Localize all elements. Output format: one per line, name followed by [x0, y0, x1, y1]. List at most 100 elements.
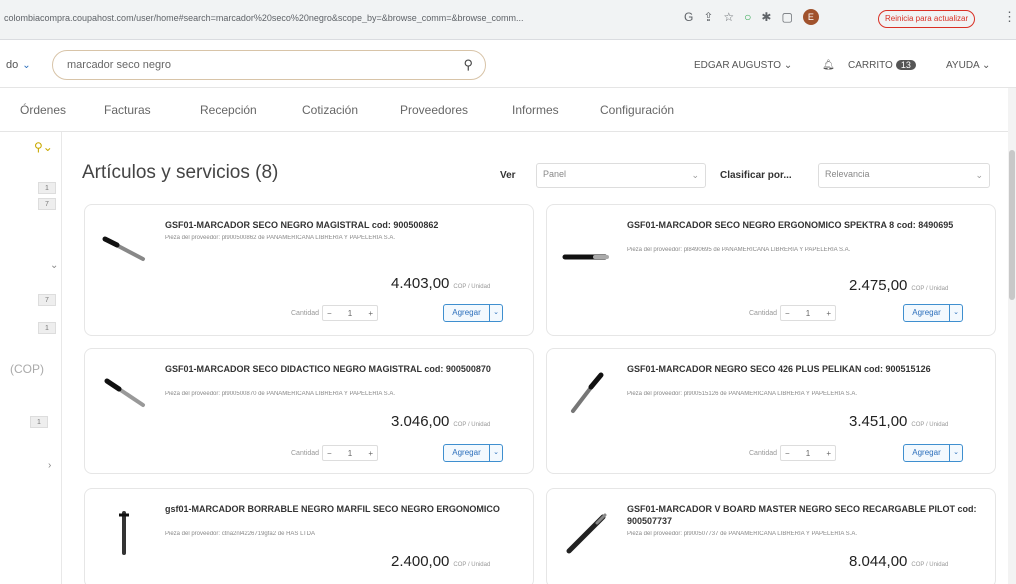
product-title[interactable]: GSF01-MARCADOR SECO DIDACTICO NEGRO MAGI…: [165, 363, 525, 375]
quantity-label: Cantidad: [291, 309, 320, 317]
quantity-value[interactable]: 1: [806, 449, 810, 458]
product-supplier: Pieza del proveedor: pl900500870 de PANA…: [165, 391, 396, 397]
browser-menu-icon[interactable]: ⋮: [1003, 9, 1016, 25]
share-icon[interactable]: ⇪: [703, 10, 713, 24]
scrollbar-thumb[interactable]: [1009, 150, 1015, 300]
filter-count-chip: 1: [30, 416, 48, 428]
price-unit: COP / Unidad: [453, 562, 491, 568]
plus-icon[interactable]: +: [826, 309, 831, 318]
product-image[interactable]: [561, 223, 611, 273]
chevron-down-icon[interactable]: ⌄: [950, 445, 962, 461]
view-select[interactable]: Panel ⌄: [536, 163, 706, 188]
profile-avatar[interactable]: E: [802, 9, 819, 25]
add-to-cart-button[interactable]: Agregar ⌄: [903, 304, 963, 322]
chevron-down-icon[interactable]: ⌄: [950, 305, 962, 321]
product-title[interactable]: GSF01-MARCADOR V BOARD MASTER NEGRO SECO…: [627, 503, 987, 527]
search-scope-dropdown[interactable]: do ⌄: [6, 59, 31, 71]
price-value: 8.044,00: [849, 553, 908, 570]
product-title[interactable]: GSF01-MARCADOR SECO NEGRO ERGONOMICO SPE…: [627, 219, 987, 231]
quantity-control: Cantidad − 1 +: [749, 445, 837, 461]
cart-link[interactable]: CARRITO 13: [848, 60, 916, 71]
minus-icon[interactable]: −: [327, 449, 332, 458]
product-supplier: Pieza del proveedor: pl900515126 de PANA…: [627, 391, 858, 397]
product-card: GSF01-MARCADOR SECO NEGRO ERGONOMICO SPE…: [546, 204, 996, 336]
price-value: 3.451,00: [849, 413, 908, 430]
chevron-down-icon[interactable]: ⌄: [50, 260, 58, 271]
add-to-cart-button[interactable]: Agregar ⌄: [443, 304, 503, 322]
nav-configuracion[interactable]: Configuración: [600, 103, 674, 117]
add-to-cart-button[interactable]: Agregar ⌄: [903, 444, 963, 462]
product-image[interactable]: [99, 507, 149, 557]
user-menu[interactable]: EDGAR AUGUSTO ⌄: [694, 60, 792, 71]
quantity-value[interactable]: 1: [806, 309, 810, 318]
chevron-down-icon: ⌄: [975, 170, 983, 180]
product-title[interactable]: GSF01-MARCADOR NEGRO SECO 426 PLUS PELIK…: [627, 363, 987, 375]
notifications-bell-icon[interactable]: 🔔︎: [822, 60, 835, 71]
chevron-down-icon[interactable]: ⌄: [490, 305, 502, 321]
product-title[interactable]: GSF01-MARCADOR SECO NEGRO MAGISTRAL cod:…: [165, 219, 525, 231]
plus-icon[interactable]: +: [368, 449, 373, 458]
add-button-label[interactable]: Agregar: [444, 445, 490, 461]
minus-icon[interactable]: −: [327, 309, 332, 318]
star-icon[interactable]: ☆: [723, 10, 734, 24]
nav-facturas[interactable]: Facturas: [104, 103, 151, 117]
product-image[interactable]: [561, 367, 611, 417]
quantity-stepper[interactable]: − 1 +: [322, 445, 379, 461]
quantity-stepper[interactable]: − 1 +: [322, 305, 379, 321]
add-button-label[interactable]: Agregar: [444, 305, 490, 321]
price-unit: COP / Unidad: [453, 284, 491, 290]
quantity-stepper[interactable]: − 1 +: [780, 445, 837, 461]
search-icon[interactable]: ⚲: [463, 57, 473, 73]
google-icon[interactable]: G: [684, 10, 693, 24]
help-menu[interactable]: AYUDA ⌄: [946, 60, 990, 71]
address-bar[interactable]: colombiacompra.coupahost.com/user/home#s…: [4, 13, 684, 23]
product-card: GSF01-MARCADOR SECO DIDACTICO NEGRO MAGI…: [84, 348, 534, 474]
product-card: GSF01-MARCADOR NEGRO SECO 426 PLUS PELIK…: [546, 348, 996, 474]
plus-icon[interactable]: +: [368, 309, 373, 318]
product-title[interactable]: gsf01-MARCADOR BORRABLE NEGRO MARFIL SEC…: [165, 503, 525, 515]
extensions-icon[interactable]: ✱: [761, 10, 771, 24]
quantity-label: Cantidad: [749, 309, 778, 317]
chevron-down-icon[interactable]: ⌄: [490, 445, 502, 461]
plus-icon[interactable]: +: [826, 449, 831, 458]
filter-count-chip: 7: [38, 198, 56, 210]
product-supplier: Pieza del proveedor: pl8490695 de PANAME…: [627, 247, 851, 253]
quantity-value[interactable]: 1: [348, 449, 352, 458]
minus-icon[interactable]: −: [785, 309, 790, 318]
sort-select[interactable]: Relevancia ⌄: [818, 163, 990, 188]
currency-label: (COP): [10, 362, 44, 376]
nav-cotizacion[interactable]: Cotización: [302, 103, 358, 117]
product-price: 4.403,00 COP / Unidad: [391, 275, 490, 292]
product-image[interactable]: [99, 367, 149, 417]
product-image[interactable]: [561, 507, 611, 557]
product-price: 2.475,00 COP / Unidad: [849, 277, 948, 294]
minus-icon[interactable]: −: [785, 449, 790, 458]
search-box[interactable]: marcador seco negro ⚲: [52, 50, 486, 80]
product-image[interactable]: [99, 223, 149, 273]
nav-proveedores[interactable]: Proveedores: [400, 103, 468, 117]
main-nav: Órdenes Facturas Recepción Cotización Pr…: [0, 88, 1016, 132]
product-price: 3.451,00 COP / Unidad: [849, 413, 948, 430]
chevron-down-icon: ⌄: [981, 60, 991, 71]
quantity-label: Cantidad: [749, 449, 778, 457]
extension-ring-icon[interactable]: ○: [744, 10, 751, 24]
quantity-value[interactable]: 1: [348, 309, 352, 318]
view-label: Ver: [500, 170, 516, 181]
filter-count-chip: 7: [38, 294, 56, 306]
browser-icons: G ⇪ ☆ ○ ✱ ▢ E: [684, 9, 819, 25]
update-button[interactable]: Reinicia para actualizar: [878, 10, 976, 28]
chevron-right-icon[interactable]: ›: [48, 460, 51, 471]
help-label: AYUDA: [946, 60, 980, 71]
nav-ordenes[interactable]: Órdenes: [20, 103, 66, 117]
add-button-label[interactable]: Agregar: [904, 445, 950, 461]
price-value: 3.046,00: [391, 413, 450, 430]
chevron-down-icon: ⌄: [22, 60, 31, 71]
filter-search-icon[interactable]: ⚲⌄: [34, 140, 53, 154]
nav-recepcion[interactable]: Recepción: [200, 103, 257, 117]
sidepanel-icon[interactable]: ▢: [781, 10, 792, 24]
nav-informes[interactable]: Informes: [512, 103, 559, 117]
search-input[interactable]: marcador seco negro: [67, 59, 171, 71]
add-to-cart-button[interactable]: Agregar ⌄: [443, 444, 503, 462]
quantity-stepper[interactable]: − 1 +: [780, 305, 837, 321]
add-button-label[interactable]: Agregar: [904, 305, 950, 321]
